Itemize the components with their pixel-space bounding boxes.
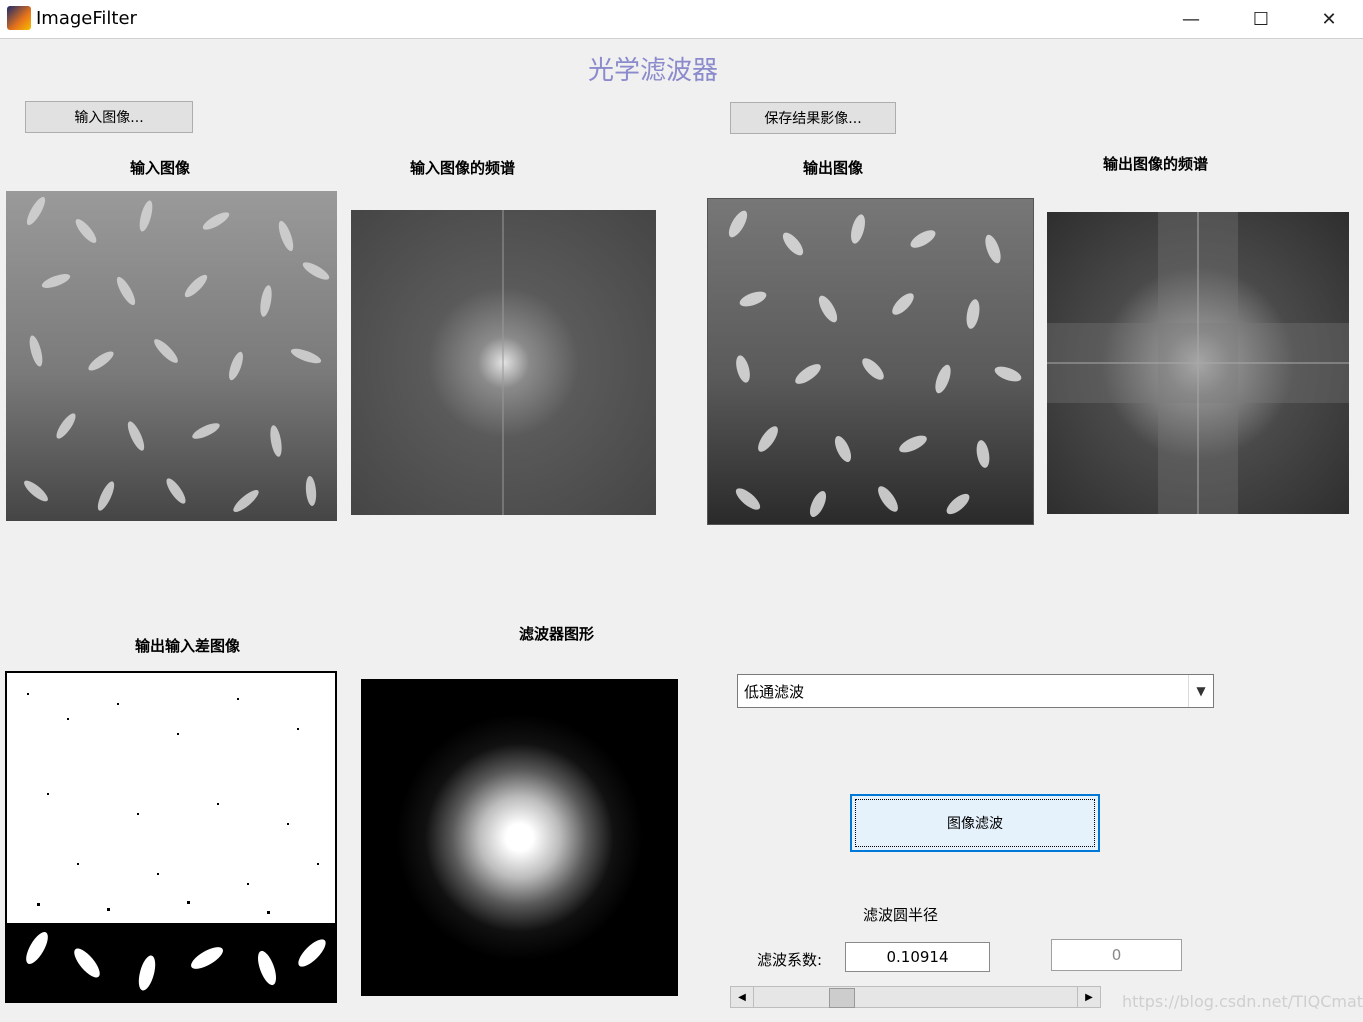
input-image-graphic xyxy=(24,196,330,512)
filter-type-select[interactable]: 低通滤波 ▼ xyxy=(737,674,1214,708)
input-image-label: 输入图像 xyxy=(130,159,191,177)
output-spectrum-label: 输出图像的频谱 xyxy=(1103,155,1209,173)
radius-slider[interactable]: ◀ ▶ xyxy=(730,986,1101,1008)
output-image-label: 输出图像 xyxy=(803,159,864,177)
slider-thumb[interactable] xyxy=(828,988,855,1008)
secondary-value-field[interactable]: 0 xyxy=(1051,939,1182,971)
filter-type-value: 低通滤波 xyxy=(744,682,805,701)
save-result-button[interactable]: 保存结果影像... xyxy=(730,102,896,134)
output-image-axes xyxy=(707,198,1034,525)
input-spectrum-label: 输入图像的频谱 xyxy=(410,159,516,177)
chevron-down-icon: ▼ xyxy=(1188,675,1213,707)
input-image-axes xyxy=(6,191,337,521)
slider-right-arrow-icon[interactable]: ▶ xyxy=(1077,987,1100,1007)
input-spectrum-graphic xyxy=(502,210,504,515)
difference-image-label: 输出输入差图像 xyxy=(135,637,241,655)
output-image-graphic xyxy=(728,210,1022,517)
filter-shape-label: 滤波器图形 xyxy=(519,625,595,643)
matlab-logo-icon xyxy=(7,6,31,30)
close-button[interactable]: ✕ xyxy=(1294,0,1363,38)
figure-body: 光学滤波器 输入图像... 保存结果影像... 输入图像 输入图像的频谱 输出图… xyxy=(0,39,1363,1022)
filter-image-button[interactable]: 图像滤波 xyxy=(850,794,1100,852)
filter-shape-axes xyxy=(361,679,678,996)
watermark: https://blog.csdn.net/TIQCmatlab xyxy=(1122,992,1363,1011)
title-bar: ImageFilter — ☐ ✕ xyxy=(0,0,1363,39)
window-title: ImageFilter xyxy=(36,8,137,29)
minimize-button[interactable]: — xyxy=(1156,0,1226,38)
coefficient-label: 滤波系数: xyxy=(757,951,823,969)
coefficient-value-field[interactable]: 0.10914 xyxy=(845,942,990,972)
difference-image-axes xyxy=(5,671,337,1003)
output-spectrum-graphic xyxy=(1047,212,1349,514)
maximize-button[interactable]: ☐ xyxy=(1226,0,1296,38)
difference-image-graphic xyxy=(7,693,335,1001)
page-title: 光学滤波器 xyxy=(588,56,719,86)
output-spectrum-axes xyxy=(1047,212,1349,514)
slider-left-arrow-icon[interactable]: ◀ xyxy=(731,987,754,1007)
radius-label: 滤波圆半径 xyxy=(863,906,939,924)
load-image-button[interactable]: 输入图像... xyxy=(25,101,193,133)
input-spectrum-axes xyxy=(351,210,656,515)
